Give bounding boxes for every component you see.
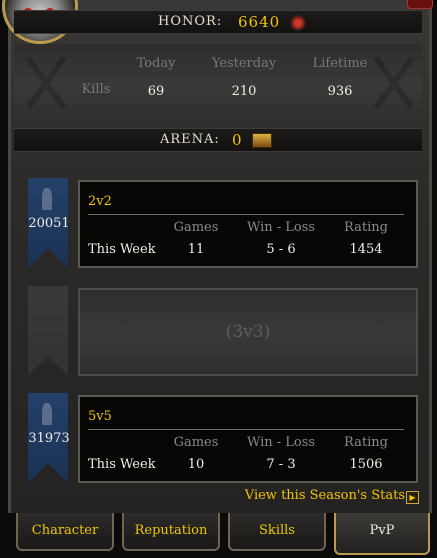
team-banner-5v5[interactable]: 31973 bbox=[24, 393, 74, 485]
row-this-week: This Week bbox=[88, 457, 156, 472]
arena-value: 0 bbox=[232, 131, 243, 149]
tab-skills[interactable]: Skills bbox=[228, 513, 326, 551]
kills-col-lifetime: Lifetime bbox=[312, 56, 368, 71]
tab-reputation[interactable]: Reputation bbox=[122, 513, 220, 551]
team-rating-5v5: 31973 bbox=[28, 431, 70, 446]
kills-panel: Today Yesterday Lifetime Kills 69 210 93… bbox=[14, 44, 422, 126]
team-empty-label: (3v3) bbox=[225, 322, 271, 342]
honor-label: HONOR: bbox=[158, 14, 223, 29]
arena-currency-icon bbox=[252, 133, 272, 148]
team-name-2v2: 2v2 bbox=[88, 194, 112, 209]
close-icon[interactable] bbox=[407, 0, 433, 9]
win-loss-value: 5 - 6 bbox=[266, 242, 296, 257]
col-games: Games bbox=[173, 220, 219, 235]
team-name-5v5: 5v5 bbox=[88, 409, 112, 424]
games-value: 10 bbox=[187, 457, 205, 472]
col-rating: Rating bbox=[344, 220, 388, 235]
arena-bar: ARENA: 0 bbox=[14, 128, 422, 152]
games-value: 11 bbox=[187, 242, 205, 257]
team-frame-3v3: (3v3) bbox=[78, 288, 418, 376]
kills-lifetime-value: 936 bbox=[327, 84, 353, 99]
team-banner-3v3 bbox=[24, 286, 74, 378]
win-loss-value: 7 - 3 bbox=[266, 457, 296, 472]
row-this-week: This Week bbox=[88, 242, 156, 257]
arena-label: ARENA: bbox=[160, 132, 220, 147]
col-games: Games bbox=[173, 435, 219, 450]
chevron-right-icon[interactable]: ▶ bbox=[406, 491, 419, 504]
team-rating-2v2: 20051 bbox=[28, 216, 70, 231]
kills-today-value: 69 bbox=[147, 84, 165, 99]
honor-value: 6640 bbox=[238, 13, 281, 31]
col-rating: Rating bbox=[344, 435, 388, 450]
tab-pvp[interactable]: PvP bbox=[334, 513, 430, 555]
kills-col-yesterday: Yesterday bbox=[211, 56, 277, 71]
team-banner-2v2[interactable]: 20051 bbox=[24, 178, 74, 270]
view-season-stats-link[interactable]: View this Season's Stats bbox=[245, 488, 405, 503]
honor-bar: HONOR: 6640 bbox=[14, 10, 422, 34]
col-win-loss: Win - Loss bbox=[246, 435, 316, 450]
team-frame-5v5[interactable]: 5v5 Games Win - Loss Rating This Week 10… bbox=[78, 395, 418, 483]
tab-character[interactable]: Character bbox=[16, 513, 114, 551]
honor-currency-icon bbox=[290, 15, 306, 31]
rating-value: 1454 bbox=[349, 242, 383, 257]
col-win-loss: Win - Loss bbox=[246, 220, 316, 235]
kills-yesterday-value: 210 bbox=[231, 84, 257, 99]
team-frame-2v2[interactable]: 2v2 Games Win - Loss Rating This Week 11… bbox=[78, 180, 418, 268]
kills-col-today: Today bbox=[136, 56, 176, 71]
rating-value: 1506 bbox=[349, 457, 383, 472]
